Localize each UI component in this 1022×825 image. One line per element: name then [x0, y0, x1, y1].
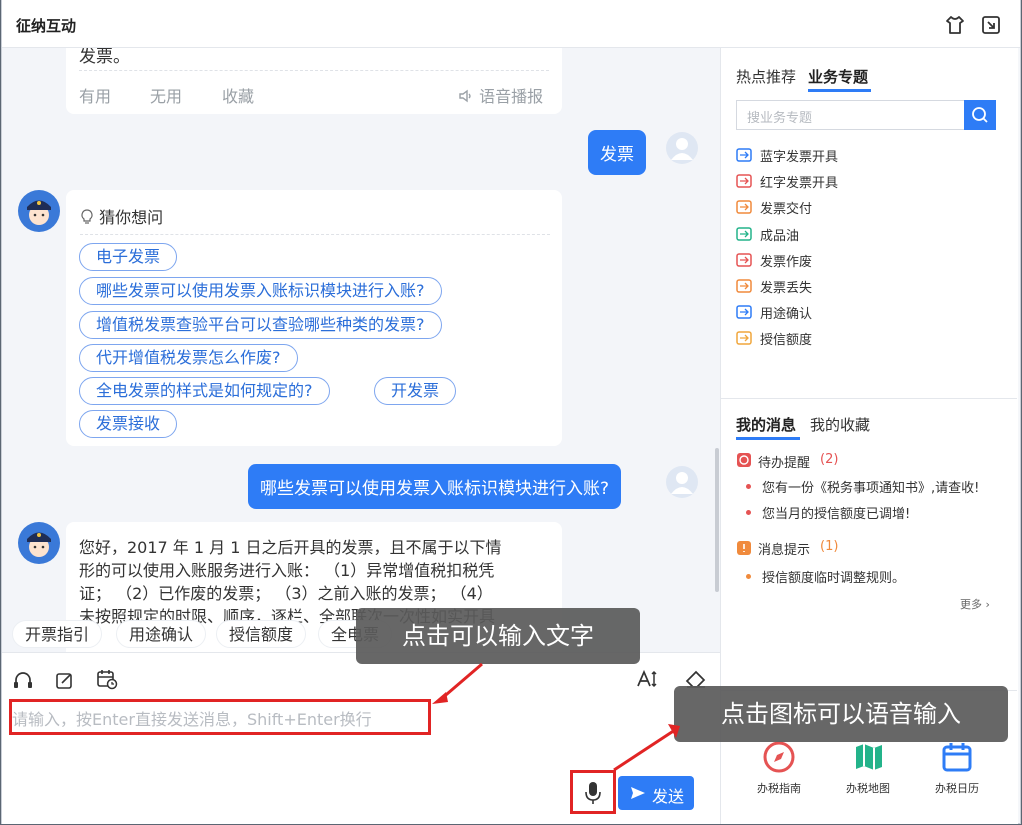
title-bar: 征纳互动 — [2, 0, 1020, 48]
notice-icon — [736, 540, 752, 560]
useful-button[interactable]: 有用 — [79, 83, 111, 107]
scrollbar-thumb[interactable] — [715, 448, 719, 592]
topic-icon — [736, 226, 752, 241]
quick-reply[interactable]: 用途确认 — [116, 620, 207, 648]
guess-title-label: 猜你想问 — [99, 208, 164, 227]
topic-icon — [736, 148, 752, 162]
divider — [79, 70, 549, 71]
speaker-icon — [459, 89, 471, 103]
send-label: 发送 — [652, 787, 685, 806]
more-link[interactable]: 更多 › — [960, 596, 990, 612]
chat-area: 发票。 有用 无用 收藏 语音播报 发票 猜你想问 电子发票 哪些发票可以使用发… — [2, 48, 720, 652]
callout-text-input: 点击可以输入文字 — [356, 608, 640, 664]
calendar-clock-icon[interactable] — [96, 668, 118, 690]
more-label: 更多 — [960, 598, 982, 611]
user-avatar — [666, 132, 698, 164]
topic-label: 发票交付 — [760, 202, 813, 218]
search-icon — [972, 107, 988, 123]
bullet — [746, 510, 751, 515]
compass-icon[interactable] — [762, 740, 796, 778]
tab-my-messages[interactable]: 我的消息 — [736, 414, 796, 435]
bullet — [746, 574, 751, 579]
suggestion-chip[interactable]: 哪些发票可以使用发票入账标识模块进行入账? — [79, 277, 442, 305]
todo-title: 待办提醒 — [758, 456, 811, 471]
lightbulb-icon — [81, 209, 93, 224]
topic-label: 成品油 — [760, 228, 800, 244]
search-button[interactable] — [964, 100, 996, 130]
tab-my-favorites[interactable]: 我的收藏 — [810, 414, 870, 435]
topic-label: 蓝字发票开具 — [760, 150, 839, 165]
topic-search-input[interactable]: 搜业务专题 — [736, 100, 964, 130]
topic-icon — [736, 305, 752, 319]
todo-item[interactable]: 您当月的授信额度已调增! — [762, 503, 910, 522]
topic-label: 发票作废 — [760, 254, 813, 270]
highlight-box-mic — [570, 770, 616, 814]
topic-icon — [736, 279, 752, 293]
chevron-right-icon: › — [985, 598, 990, 611]
nav-tax-guide[interactable]: 办税指南 — [749, 780, 809, 796]
answer-tail-text: 发票。 — [79, 48, 130, 67]
answer-line: 您好，2017 年 1 月 1 日之后开具的发票，且不属于以下情 — [79, 538, 502, 557]
todo-icon — [736, 452, 752, 472]
answer-line: 证； （2）已作废的发票； （3）之前入账的发票； （4） — [79, 584, 493, 603]
suggestion-chip[interactable]: 全电发票的样式是如何规定的? — [79, 377, 330, 405]
nav-tax-map[interactable]: 办税地图 — [838, 780, 898, 796]
bot-avatar — [18, 522, 60, 564]
map-icon[interactable] — [852, 740, 886, 778]
topic-icon — [736, 331, 752, 346]
topic-label: 发票丢失 — [760, 281, 813, 296]
topic-label: 红字发票开具 — [760, 176, 839, 192]
topic-label: 用途确认 — [760, 307, 813, 323]
tab-hot[interactable]: 热点推荐 — [736, 66, 796, 87]
tab-underline — [736, 437, 800, 440]
suggestion-chip[interactable]: 代开增值税发票怎么作废? — [79, 344, 298, 372]
bot-avatar — [18, 190, 60, 232]
voice-play-button[interactable]: 语音播报 — [458, 83, 543, 107]
exit-icon[interactable] — [980, 14, 1002, 36]
todo-count: (2) — [820, 452, 839, 467]
suggestion-chip[interactable]: 发票接收 — [79, 410, 178, 438]
user-message: 哪些发票可以使用发票入账标识模块进行入账? — [248, 464, 622, 509]
answer-line: 形的可以使用入账服务进行入账： （1）异常增值税扣税凭 — [79, 561, 495, 580]
divider — [80, 234, 550, 235]
font-size-icon[interactable] — [636, 668, 658, 690]
favorite-button[interactable]: 收藏 — [222, 83, 254, 107]
topic-icon — [736, 174, 752, 188]
divider — [721, 398, 1017, 399]
send-button[interactable]: 发送 — [618, 776, 694, 810]
suggestion-chip[interactable]: 开发票 — [374, 377, 457, 405]
quick-reply[interactable]: 开票指引 — [12, 620, 103, 648]
todo-item[interactable]: 您有一份《税务事项通知书》,请查收! — [762, 477, 979, 496]
voice-play-label: 语音播报 — [479, 87, 544, 106]
nav-tax-calendar[interactable]: 办税日历 — [927, 780, 987, 796]
edit-icon[interactable] — [54, 670, 76, 692]
skin-icon[interactable] — [944, 14, 966, 36]
notice-item[interactable]: 授信额度临时调整规则。 — [762, 567, 905, 586]
callout-voice-input: 点击图标可以语音输入 — [674, 686, 1008, 742]
user-avatar — [666, 466, 698, 498]
bullet — [746, 484, 751, 489]
window-title: 征纳互动 — [16, 17, 77, 35]
topic-label: 授信额度 — [760, 333, 813, 349]
notice-title: 消息提示 — [758, 543, 811, 558]
tab-business-topics[interactable]: 业务专题 — [808, 66, 868, 87]
notice-count: (1) — [820, 539, 839, 554]
send-icon — [631, 787, 645, 799]
headset-icon[interactable] — [12, 670, 34, 692]
calendar-icon[interactable] — [940, 740, 974, 778]
user-message: 发票 — [588, 130, 646, 175]
useless-button[interactable]: 无用 — [150, 83, 182, 107]
suggestion-chip[interactable]: 增值税发票查验平台可以查验哪些种类的发票? — [79, 311, 442, 339]
guess-title: 猜你想问 — [80, 204, 163, 228]
suggestion-chip[interactable]: 电子发票 — [79, 243, 178, 271]
topic-icon — [736, 253, 752, 267]
tab-underline — [808, 89, 871, 92]
quick-reply[interactable]: 授信额度 — [216, 620, 307, 648]
highlight-box-input — [9, 699, 431, 735]
topic-icon — [736, 200, 752, 215]
